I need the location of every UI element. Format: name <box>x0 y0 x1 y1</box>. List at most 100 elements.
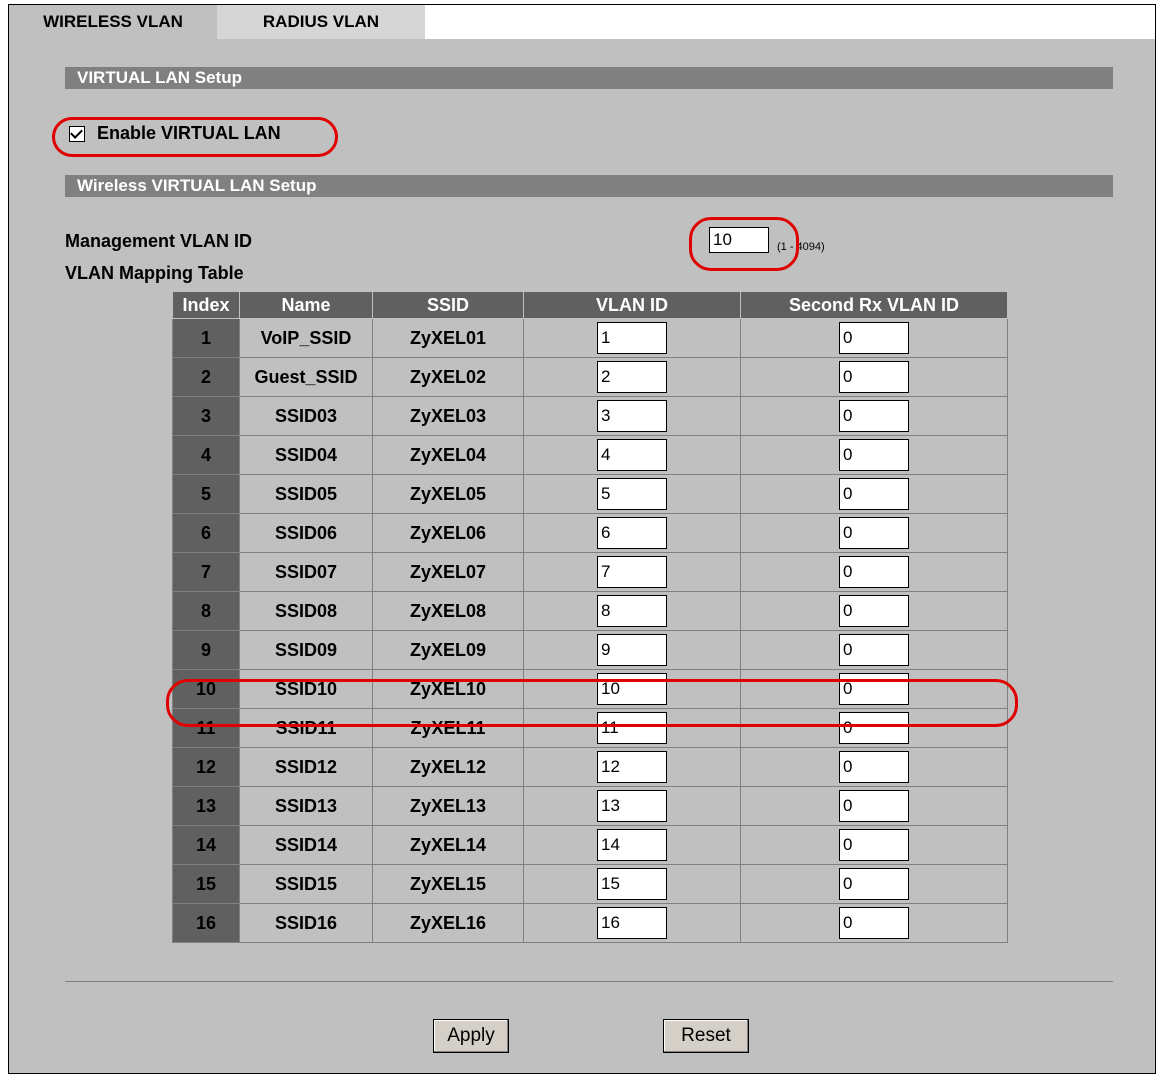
second-rx-vlan-id-input[interactable] <box>839 790 909 822</box>
row-index: 12 <box>172 747 240 787</box>
apply-button[interactable]: Apply <box>433 1019 509 1053</box>
vlan-id-input[interactable] <box>597 439 667 471</box>
vlan-id-input[interactable] <box>597 322 667 354</box>
table-row: 2 Guest_SSID ZyXEL02 <box>172 357 1008 397</box>
second-rx-vlan-id-input[interactable] <box>839 361 909 393</box>
row-ssid: ZyXEL12 <box>372 747 524 787</box>
row-ssid: ZyXEL14 <box>372 825 524 865</box>
row-ssid: ZyXEL15 <box>372 864 524 904</box>
row-second-rx-cell <box>740 747 1008 787</box>
management-vlan-range: (1 - 4094) <box>777 241 825 253</box>
second-rx-vlan-id-input[interactable] <box>839 439 909 471</box>
row-ssid: ZyXEL09 <box>372 630 524 670</box>
table-header-row: Index Name SSID VLAN ID Second Rx VLAN I… <box>172 291 1008 319</box>
vlan-id-input[interactable] <box>597 790 667 822</box>
table-row: 6 SSID06 ZyXEL06 <box>172 513 1008 553</box>
management-vlan-input[interactable] <box>709 227 769 253</box>
enable-vlan-checkbox[interactable] <box>69 125 85 142</box>
row-vlan-id-cell <box>523 864 741 904</box>
wireless-vlan-panel: WIRELESS VLAN RADIUS VLAN VIRTUAL LAN Se… <box>8 4 1156 1074</box>
row-second-rx-cell <box>740 786 1008 826</box>
row-vlan-id-cell <box>523 318 741 358</box>
row-second-rx-cell <box>740 357 1008 397</box>
second-rx-vlan-id-input[interactable] <box>839 751 909 783</box>
second-rx-vlan-id-input[interactable] <box>839 634 909 666</box>
table-row: 1 VoIP_SSID ZyXEL01 <box>172 318 1008 358</box>
row-second-rx-cell <box>740 825 1008 865</box>
second-rx-vlan-id-input[interactable] <box>839 556 909 588</box>
tab-wireless-vlan[interactable]: WIRELESS VLAN <box>9 5 217 39</box>
row-ssid: ZyXEL10 <box>372 669 524 709</box>
vlan-id-input[interactable] <box>597 868 667 900</box>
tab-bar: WIRELESS VLAN RADIUS VLAN <box>9 5 1155 39</box>
vlan-id-input[interactable] <box>597 712 667 744</box>
row-ssid: ZyXEL07 <box>372 552 524 592</box>
table-row: 14 SSID14 ZyXEL14 <box>172 825 1008 865</box>
second-rx-vlan-id-input[interactable] <box>839 478 909 510</box>
row-second-rx-cell <box>740 552 1008 592</box>
row-vlan-id-cell <box>523 513 741 553</box>
row-name: SSID03 <box>239 396 373 436</box>
row-name: Guest_SSID <box>239 357 373 397</box>
second-rx-vlan-id-input[interactable] <box>839 907 909 939</box>
row-name: SSID06 <box>239 513 373 553</box>
section-wireless-vlan-setup: Wireless VIRTUAL LAN Setup <box>65 175 1113 197</box>
row-vlan-id-cell <box>523 474 741 514</box>
row-index: 4 <box>172 435 240 475</box>
row-index: 2 <box>172 357 240 397</box>
vlan-id-input[interactable] <box>597 751 667 783</box>
vlan-id-input[interactable] <box>597 634 667 666</box>
column-header-vlan-id: VLAN ID <box>523 291 741 319</box>
second-rx-vlan-id-input[interactable] <box>839 517 909 549</box>
row-second-rx-cell <box>740 708 1008 748</box>
row-name: SSID05 <box>239 474 373 514</box>
row-vlan-id-cell <box>523 396 741 436</box>
table-row: 7 SSID07 ZyXEL07 <box>172 552 1008 592</box>
vlan-id-input[interactable] <box>597 673 667 705</box>
row-ssid: ZyXEL08 <box>372 591 524 631</box>
row-index: 11 <box>172 708 240 748</box>
row-ssid: ZyXEL03 <box>372 396 524 436</box>
vlan-id-input[interactable] <box>597 478 667 510</box>
row-name: SSID11 <box>239 708 373 748</box>
column-header-name: Name <box>239 291 373 319</box>
row-index: 6 <box>172 513 240 553</box>
vlan-id-input[interactable] <box>597 595 667 627</box>
table-row: 8 SSID08 ZyXEL08 <box>172 591 1008 631</box>
column-header-ssid: SSID <box>372 291 524 319</box>
row-name: SSID09 <box>239 630 373 670</box>
table-row: 3 SSID03 ZyXEL03 <box>172 396 1008 436</box>
row-second-rx-cell <box>740 513 1008 553</box>
enable-vlan-row: Enable VIRTUAL LAN <box>69 123 281 144</box>
second-rx-vlan-id-input[interactable] <box>839 322 909 354</box>
second-rx-vlan-id-input[interactable] <box>839 712 909 744</box>
second-rx-vlan-id-input[interactable] <box>839 595 909 627</box>
row-vlan-id-cell <box>523 747 741 787</box>
second-rx-vlan-id-input[interactable] <box>839 400 909 432</box>
second-rx-vlan-id-input[interactable] <box>839 868 909 900</box>
vlan-id-input[interactable] <box>597 829 667 861</box>
reset-button[interactable]: Reset <box>663 1019 749 1053</box>
row-vlan-id-cell <box>523 357 741 397</box>
vlan-id-input[interactable] <box>597 556 667 588</box>
enable-vlan-label: Enable VIRTUAL LAN <box>97 123 281 143</box>
vlan-id-input[interactable] <box>597 517 667 549</box>
row-second-rx-cell <box>740 903 1008 943</box>
row-second-rx-cell <box>740 591 1008 631</box>
vlan-id-input[interactable] <box>597 361 667 393</box>
table-row: 4 SSID04 ZyXEL04 <box>172 435 1008 475</box>
table-row: 11 SSID11 ZyXEL11 <box>172 708 1008 748</box>
row-name: SSID12 <box>239 747 373 787</box>
row-index: 1 <box>172 318 240 358</box>
tab-radius-vlan[interactable]: RADIUS VLAN <box>217 5 425 39</box>
row-name: SSID10 <box>239 669 373 709</box>
table-row: 16 SSID16 ZyXEL16 <box>172 903 1008 943</box>
row-name: SSID15 <box>239 864 373 904</box>
second-rx-vlan-id-input[interactable] <box>839 829 909 861</box>
vlan-id-input[interactable] <box>597 400 667 432</box>
row-second-rx-cell <box>740 669 1008 709</box>
row-name: VoIP_SSID <box>239 318 373 358</box>
vlan-id-input[interactable] <box>597 907 667 939</box>
vlan-mapping-rows: 1VoIP_SSIDZyXEL012Guest_SSIDZyXEL023SSID… <box>172 318 1008 943</box>
second-rx-vlan-id-input[interactable] <box>839 673 909 705</box>
